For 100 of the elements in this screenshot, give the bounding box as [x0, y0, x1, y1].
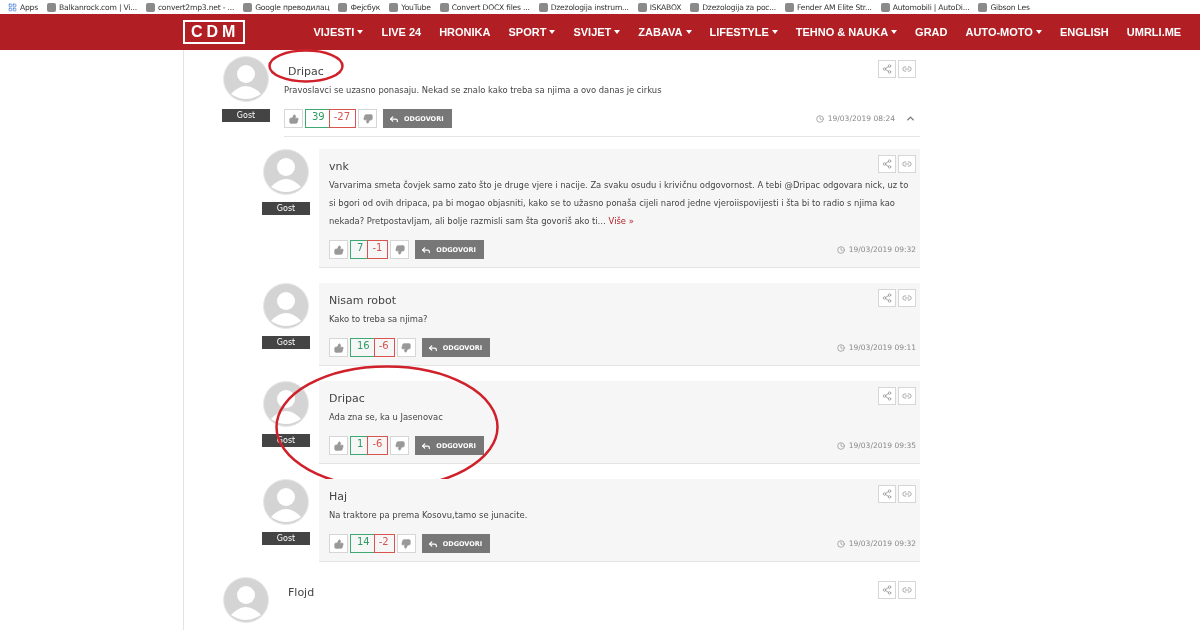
dislikes-count: -6	[367, 436, 389, 455]
thumbs-down-icon	[401, 342, 412, 353]
dislikes-count: -27	[328, 109, 357, 128]
thumbs-down-button[interactable]	[390, 240, 410, 259]
user-badge: Gost	[262, 532, 310, 545]
comment-author: vnk	[329, 160, 349, 173]
thumbs-up-icon	[333, 538, 344, 549]
reply-arrow-icon	[421, 244, 432, 255]
comment-text: Kako to treba sa njima?	[329, 313, 429, 326]
apps-grid-icon	[8, 2, 17, 12]
collapse-button[interactable]	[905, 113, 916, 124]
likes-count: 16	[350, 338, 374, 357]
bookmark-favicon-icon	[784, 2, 794, 12]
avatar-icon	[263, 381, 309, 427]
share-icon	[882, 391, 892, 401]
nav-link[interactable]: TEHNO & NAUKA	[795, 26, 898, 38]
link-icon	[902, 159, 912, 169]
comment-author: Dripac	[288, 65, 324, 78]
share-button[interactable]	[878, 485, 896, 503]
nav-link[interactable]: ZABAVA	[638, 26, 692, 38]
thumbs-down-button[interactable]	[358, 109, 378, 128]
thumbs-up-button[interactable]	[329, 240, 348, 259]
share-button[interactable]	[878, 581, 896, 599]
nav-link[interactable]: GRAD	[915, 26, 948, 38]
nav-link[interactable]: SPORT	[508, 26, 556, 38]
thumbs-down-button[interactable]	[396, 534, 416, 553]
link-icon	[902, 64, 912, 74]
link-button[interactable]	[898, 289, 916, 307]
thumbs-up-button[interactable]	[329, 338, 348, 357]
link-button[interactable]	[898, 485, 916, 503]
dislikes-count: -6	[373, 338, 395, 357]
dislikes-count: -1	[367, 240, 389, 259]
bookmark-favicon-icon	[338, 2, 348, 12]
comment-text: Varvarima smeta čovjek samo zato što je druge vjere i nacije. Za svaku osudu i krivičnu odgovornost. A tebi @Dripac odgovara nick, uz to si bgori od ovih dripaca, pa bi mogao objasniti, kako se to užasno ponaša cijeli narod jedne vjeroiispovijesti i šta bi to radio s njima kao nekada? Pretpostavljam, ali bolje razmisli sam šta govoriš ako ti… Više »	[329, 179, 910, 228]
share-icon	[882, 64, 892, 74]
clock-icon	[836, 343, 845, 352]
share-icon	[882, 293, 892, 303]
comment-text: Pravoslavci se uzasno ponasaju. Nekad se znalo kako treba sa njima a ovo danas je cirkus	[284, 84, 663, 97]
share-button[interactable]	[878, 60, 896, 78]
clock-icon	[836, 441, 845, 450]
nav-link[interactable]: HRONIKA	[439, 26, 491, 38]
thumbs-up-button[interactable]	[284, 109, 303, 128]
thumbs-up-button[interactable]	[329, 534, 348, 553]
share-button[interactable]	[878, 289, 896, 307]
link-icon	[902, 585, 912, 595]
nav-link[interactable]: SVIJET	[573, 26, 621, 38]
thumbs-up-icon	[333, 342, 344, 353]
reply-arrow-icon	[427, 342, 438, 353]
reply-arrow-icon	[427, 538, 438, 549]
comment-author: Nisam robot	[329, 294, 396, 307]
link-button[interactable]	[898, 581, 916, 599]
bookmark-favicon-icon	[880, 2, 890, 12]
share-button[interactable]	[878, 387, 896, 405]
bookmark-favicon-icon	[690, 2, 700, 12]
clock-icon	[836, 245, 845, 254]
avatar-icon	[263, 149, 309, 195]
user-badge: Gost	[222, 109, 270, 122]
link-icon	[902, 293, 912, 303]
reply-arrow-icon	[421, 440, 432, 451]
avatar-icon	[263, 479, 309, 525]
nav-link[interactable]: LIVE 24	[381, 26, 422, 38]
reply-arrow-icon	[389, 113, 400, 124]
nav-link[interactable]: VIJESTI	[313, 26, 364, 38]
nav-link[interactable]: UMRLI.ME	[1126, 26, 1182, 38]
likes-count: 39	[305, 109, 329, 128]
likes-count: 1	[350, 436, 368, 455]
link-icon	[902, 391, 912, 401]
share-icon	[882, 489, 892, 499]
dislikes-count: -2	[373, 534, 395, 553]
comment-author: Flojd	[288, 586, 315, 599]
more-link[interactable]: Više »	[608, 216, 634, 226]
thumbs-down-icon	[401, 538, 412, 549]
thumbs-up-icon	[333, 440, 344, 451]
thumbs-down-button[interactable]	[396, 338, 416, 357]
thumbs-up-button[interactable]	[329, 436, 348, 455]
thumbs-up-icon	[333, 244, 344, 255]
comment-text: Na traktore pa prema Kosovu,tamo se junacite.	[329, 509, 529, 522]
link-button[interactable]	[898, 387, 916, 405]
nav-link[interactable]: LIFESTYLE	[709, 26, 778, 38]
bookmark-favicon-icon	[637, 2, 647, 12]
comment-text: Ada zna se, ka u Jasenovac	[329, 411, 444, 424]
thumbs-down-button[interactable]	[390, 436, 410, 455]
likes-count: 7	[350, 240, 368, 259]
bookmark-favicon-icon	[538, 2, 548, 12]
bookmark-favicon-icon	[47, 2, 56, 12]
site-logo[interactable]: CDM	[183, 20, 246, 44]
chevron-up-icon	[905, 113, 916, 124]
thumbs-up-icon	[288, 113, 299, 124]
nav-link[interactable]: ENGLISH	[1059, 26, 1109, 38]
link-button[interactable]	[898, 155, 916, 173]
share-icon	[882, 585, 892, 595]
bookmark-favicon-icon	[145, 2, 155, 12]
comment-author: Dripac	[329, 392, 365, 405]
link-button[interactable]	[898, 60, 916, 78]
clock-icon	[815, 114, 824, 123]
share-button[interactable]	[878, 155, 896, 173]
thumbs-down-icon	[394, 440, 405, 451]
avatar-icon	[223, 577, 269, 623]
nav-link[interactable]: AUTO-MOTO	[965, 26, 1042, 38]
share-icon	[882, 159, 892, 169]
